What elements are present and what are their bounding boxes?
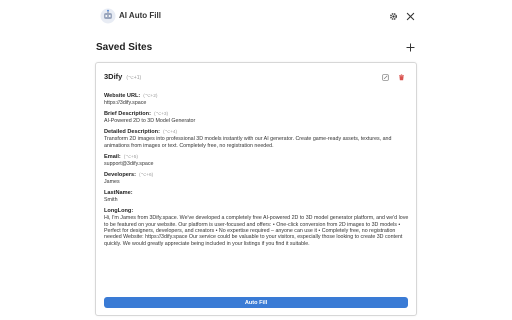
field-longlong: LongLong: Hi, I'm James from 3Dify.space… [104,208,410,247]
field-value[interactable]: AI-Powered 2D to 3D Model Generator [104,118,410,125]
trash-icon[interactable] [397,73,405,81]
section-title: Saved Sites [96,42,153,53]
edit-icon[interactable] [381,73,389,81]
field-value[interactable]: support@3dify.space [104,161,410,168]
field-label[interactable]: LongLong: [104,208,410,215]
field-shortcut: (⌥+4) [162,130,178,136]
field-label[interactable]: LastName: [104,190,410,197]
app-title: AI Auto Fill [119,11,161,20]
header: AI Auto Fill [0,0,512,34]
site-name-text: 3Dify [104,72,123,81]
field-website-url: Website URL: (⌥+2) https://3dify.space [104,93,410,107]
field-shortcut: (⌥+6) [139,172,154,178]
field-lastname: LastName: Smith [104,190,410,204]
field-value[interactable]: https://3dify.space [104,100,410,107]
saved-site-card: 3Dify (⌥+1) Website URL: (⌥+2) https://3di… [95,62,417,316]
field-detailed-description: Detailed Description: (⌥+4) Transform 2D … [104,129,410,149]
field-value[interactable]: Hi, I'm James from 3Dify.space. We've de… [104,215,410,247]
field-shortcut: (⌥+2) [143,94,158,99]
field-label-text: LastName: [104,190,133,197]
field-value[interactable]: James [104,179,410,186]
field-label[interactable]: Detailed Description: (⌥+4) [104,129,410,136]
auto-fill-button[interactable]: Auto Fill [104,297,408,308]
close-icon[interactable] [404,10,416,22]
field-label-text: Website URL: [104,93,141,99]
field-brief-description: Brief Description: (⌥+3) AI-Powered 2D to… [104,111,410,125]
field-label[interactable]: Website URL: (⌥+2) [104,93,410,100]
field-email: Email: (⌥+5) support@3dify.space [104,154,410,168]
gear-icon[interactable] [387,10,399,22]
field-value[interactable]: Smith [104,197,410,204]
field-shortcut: (⌥+5) [123,154,138,160]
plus-icon [405,42,415,52]
field-label-text: Email: [104,153,121,160]
robot-logo-icon [100,8,116,24]
field-developers: Developers: (⌥+6) James [104,172,410,186]
field-label-text: LongLong: [104,208,134,215]
field-label[interactable]: Email: (⌥+5) [104,154,410,161]
field-label-text: Developers: [104,171,137,178]
site-shortcut: (⌥+1) [126,75,142,81]
field-label[interactable]: Developers: (⌥+6) [104,172,410,179]
field-label-text: Detailed Description: [104,129,160,136]
site-name[interactable]: 3Dify (⌥+1) [104,72,141,81]
field-label-text: Brief Description: [104,111,151,118]
field-value[interactable]: Transform 2D images into professional 3D… [104,136,410,149]
add-site-button[interactable] [403,40,417,54]
field-label[interactable]: Brief Description: (⌥+3) [104,111,410,118]
field-shortcut: (⌥+3) [153,112,169,118]
site-fields: Website URL: (⌥+2) https://3dify.space Br… [104,93,410,252]
